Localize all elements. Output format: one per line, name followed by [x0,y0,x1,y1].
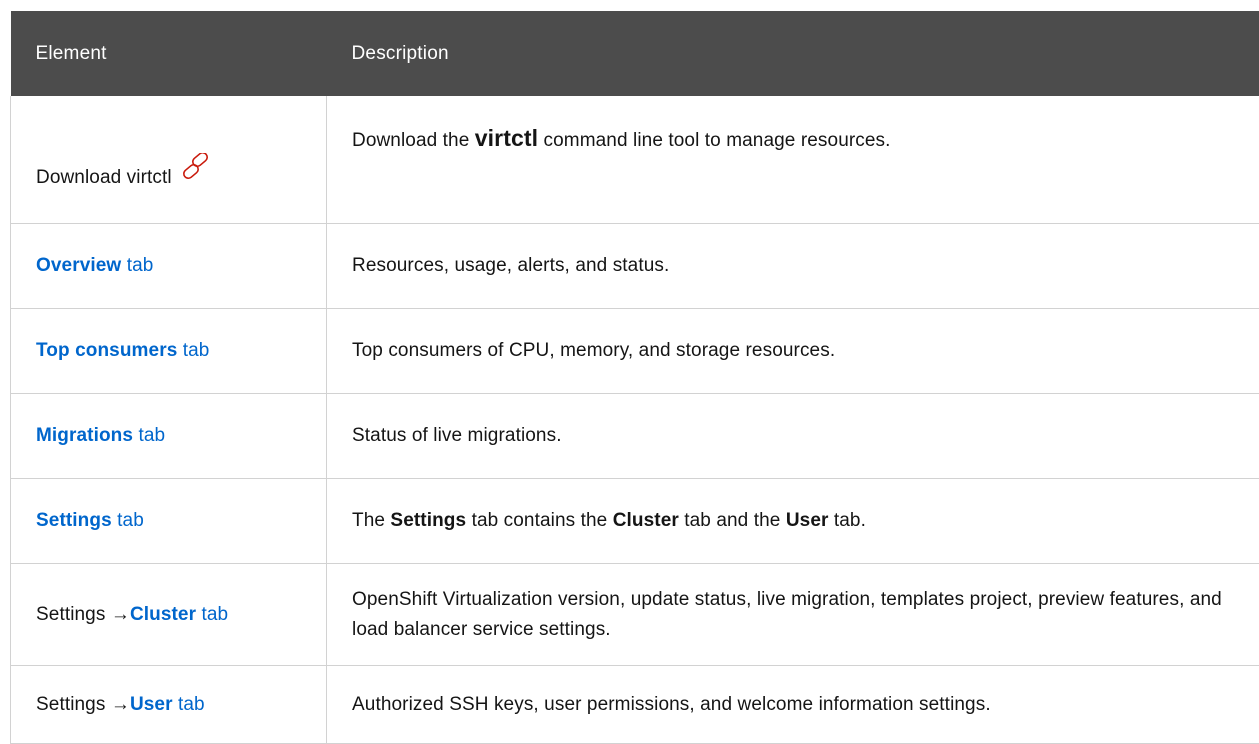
description-cell: Download the virtctl command line tool t… [327,96,1259,224]
desc-text: The [352,510,390,531]
download-virtctl-label: Download virtctl [36,167,172,188]
description-cell: The Settings tab contains the Cluster ta… [327,479,1259,564]
element-cell: Settings →User tab [11,666,327,744]
tab-suffix[interactable]: tab [112,510,144,531]
tab-suffix[interactable]: tab [196,604,228,625]
element-cell: Migrations tab [11,394,327,479]
user-strong: User [786,510,829,531]
description-cell: Top consumers of CPU, memory, and storag… [327,309,1259,394]
table-row: Download virtctl Download the virtctl co… [11,96,1259,224]
top-consumers-tab-link[interactable]: Top consumers [36,340,177,361]
features-table-container: Element Description Download virtctl Dow… [10,11,1259,744]
element-cell: Download virtctl [11,96,327,224]
table-row: Migrations tab Status of live migrations… [11,394,1259,479]
desc-text: Download the [352,130,475,151]
header-description: Description [327,11,1259,96]
tab-suffix[interactable]: tab [177,340,209,361]
desc-text: tab and the [679,510,786,531]
user-tab-link[interactable]: User [130,694,173,715]
element-cell: Overview tab [11,224,327,309]
tab-suffix[interactable]: tab [133,425,165,446]
header-row: Element Description [11,11,1259,96]
desc-text: command line tool to manage resources. [538,130,890,151]
overview-tab-link[interactable]: Overview [36,255,121,276]
settings-prefix: Settings → [36,694,130,715]
description-cell: Status of live migrations. [327,394,1259,479]
table-row: Settings →Cluster tab OpenShift Virtuali… [11,564,1259,666]
settings-tab-link[interactable]: Settings [36,510,112,531]
desc-text: tab. [828,510,865,531]
description-cell: OpenShift Virtualization version, update… [327,564,1259,666]
table-row: Settings tab The Settings tab contains t… [11,479,1259,564]
table-row: Overview tab Resources, usage, alerts, a… [11,224,1259,309]
description-cell: Authorized SSH keys, user permissions, a… [327,666,1259,744]
virtctl-code: virtctl [475,125,538,151]
table-header: Element Description [11,11,1259,96]
migrations-tab-link[interactable]: Migrations [36,425,133,446]
element-cell: Top consumers tab [11,309,327,394]
element-cell: Settings →Cluster tab [11,564,327,666]
table-row: Settings →User tab Authorized SSH keys, … [11,666,1259,744]
cluster-tab-link[interactable]: Cluster [130,604,196,625]
settings-prefix: Settings → [36,604,130,625]
table-body: Download virtctl Download the virtctl co… [11,96,1259,744]
cluster-strong: Cluster [613,510,679,531]
header-element: Element [11,11,327,96]
features-table: Element Description Download virtctl Dow… [10,11,1259,744]
desc-text: tab contains the [466,510,613,531]
settings-strong: Settings [390,510,466,531]
tab-suffix[interactable]: tab [121,255,153,276]
element-cell: Settings tab [11,479,327,564]
description-cell: Resources, usage, alerts, and status. [327,224,1259,309]
tab-suffix[interactable]: tab [173,694,205,715]
link-icon[interactable] [179,153,213,185]
table-row: Top consumers tab Top consumers of CPU, … [11,309,1259,394]
